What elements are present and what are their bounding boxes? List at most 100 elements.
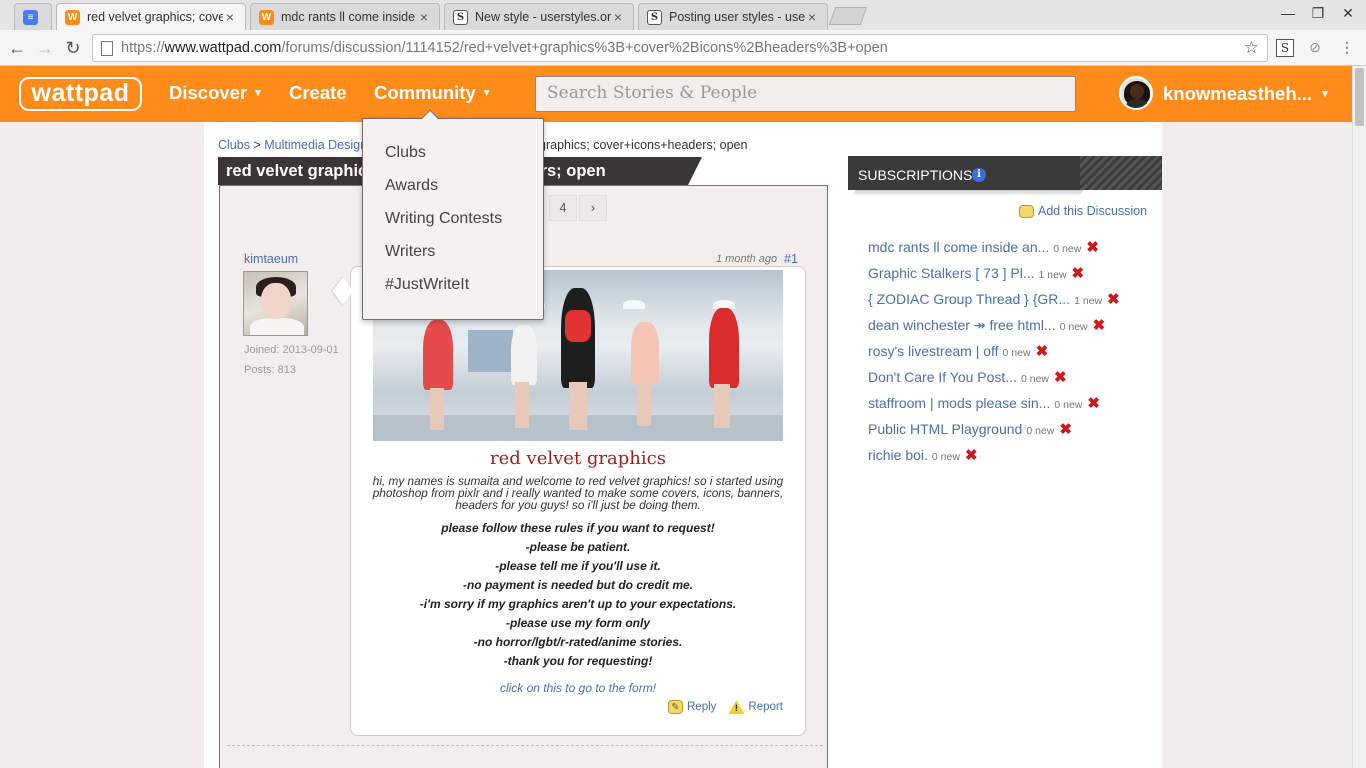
wattpad-logo[interactable]: wattpad: [19, 77, 142, 111]
user-menu[interactable]: knowmeastheh... ▼: [1163, 83, 1330, 105]
docs-icon: ≡: [23, 9, 38, 25]
rule-line: -please use my form only: [505, 616, 651, 630]
breadcrumb-clubs[interactable]: Clubs: [218, 138, 250, 152]
tab-label: red velvet graphics; cove: [87, 10, 223, 24]
info-icon[interactable]: i: [972, 168, 986, 182]
rule-line: -please tell me if you'll use it.: [495, 559, 661, 573]
close-icon[interactable]: ×: [611, 9, 625, 25]
remove-icon[interactable]: ✖: [1059, 422, 1072, 437]
remove-icon[interactable]: ✖: [1087, 396, 1100, 411]
page-icon: [101, 41, 113, 56]
form-link[interactable]: click on this to go to the form!: [350, 681, 806, 695]
scrollbar-thumb[interactable]: [1355, 68, 1364, 126]
tab-label: Posting user styles - use: [669, 10, 805, 24]
remove-icon[interactable]: ✖: [965, 448, 978, 463]
post-intro: hi, my names is sumaita and welcome to r…: [372, 474, 784, 512]
tab-red-velvet[interactable]: W red velvet graphics; cove ×: [56, 3, 246, 30]
page-4-link[interactable]: 4: [549, 195, 577, 221]
breadcrumb-multimedia-design[interactable]: Multimedia Design: [264, 138, 367, 152]
remove-icon[interactable]: ✖: [1054, 370, 1067, 385]
tab-label: New style - userstyles.or: [475, 10, 611, 24]
subscription-link[interactable]: Public HTML Playground: [868, 421, 1022, 437]
subscription-link[interactable]: Graphic Stalkers [ 73 ] Pl...: [868, 265, 1035, 281]
bookmark-star-icon[interactable]: ☆: [1244, 35, 1259, 61]
new-count: 1 new: [1038, 269, 1067, 281]
add-discussion-link[interactable]: Add this Discussion: [1019, 204, 1147, 218]
post-separator: [227, 745, 823, 746]
close-icon[interactable]: ×: [223, 9, 237, 25]
address-bar[interactable]: https://www.wattpad.com/forums/discussio…: [92, 34, 1268, 62]
subscription-item: richie boi. 0 new ✖: [868, 447, 978, 463]
close-icon[interactable]: ×: [417, 9, 431, 25]
search-input[interactable]: Search Stories & People: [535, 76, 1076, 112]
remove-icon[interactable]: ✖: [1072, 266, 1085, 281]
nav-community[interactable]: Community ▼: [374, 82, 492, 104]
post-author[interactable]: kimtaeum: [244, 252, 298, 266]
back-icon[interactable]: ←: [6, 37, 28, 59]
new-tab-button[interactable]: [828, 7, 868, 25]
tab-mdc-rants[interactable]: W mdc rants ll come inside ×: [250, 3, 440, 30]
tab-new-style[interactable]: S New style - userstyles.or ×: [444, 3, 634, 30]
browser-toolbar: ← → ↻ https://www.wattpad.com/forums/dis…: [0, 30, 1366, 66]
minimize-icon[interactable]: —: [1278, 5, 1298, 21]
thread-title-tab: [688, 157, 702, 185]
post-author-avatar[interactable]: [243, 271, 308, 336]
new-count: 0 new: [931, 451, 960, 463]
menu-icon[interactable]: ⋮: [1338, 39, 1356, 57]
page-scrollbar[interactable]: [1352, 66, 1366, 768]
rule-line: -no payment is needed but do credit me.: [462, 578, 694, 592]
new-count: 0 new: [1054, 399, 1083, 411]
restore-icon[interactable]: ❐: [1308, 5, 1328, 22]
remove-icon[interactable]: ✖: [1107, 292, 1120, 307]
menu-item-justwriteit[interactable]: #JustWriteIt: [385, 276, 469, 294]
tab-posting-styles[interactable]: S Posting user styles - use ×: [638, 3, 828, 30]
remove-icon[interactable]: ✖: [1093, 318, 1106, 333]
subscription-link[interactable]: Don't Care If You Post...: [868, 369, 1017, 385]
avatar[interactable]: [1119, 76, 1153, 110]
reload-icon[interactable]: ↻: [62, 37, 84, 59]
site-header: wattpad Discover ▼ Create Community ▼ Sear…: [0, 66, 1352, 122]
new-count: 0 new: [1059, 321, 1088, 333]
reply-link[interactable]: Reply: [687, 701, 716, 713]
next-page-link[interactable]: ›: [579, 195, 607, 221]
subscription-link[interactable]: richie boi.: [868, 447, 928, 463]
menu-item-clubs[interactable]: Clubs: [385, 144, 426, 162]
close-window-icon[interactable]: ✕: [1338, 5, 1358, 22]
block-extension-icon[interactable]: ⊘: [1306, 39, 1324, 57]
nav-create[interactable]: Create: [289, 82, 347, 104]
tab-label: mdc rants ll come inside: [281, 10, 416, 24]
post-author-posts: Posts: 813: [244, 364, 296, 376]
menu-item-writing-contests[interactable]: Writing Contests: [385, 210, 502, 228]
url-scheme: https://: [121, 40, 165, 56]
menu-item-writers[interactable]: Writers: [385, 243, 435, 261]
remove-icon[interactable]: ✖: [1036, 344, 1049, 359]
subscription-item: mdc rants ll come inside an... 0 new ✖: [868, 239, 1099, 255]
subscription-link[interactable]: dean winchester ↠ free html...: [868, 317, 1056, 334]
stylish-extension-icon[interactable]: S: [1276, 39, 1294, 57]
report-link[interactable]: Report: [748, 701, 783, 713]
tab-docs[interactable]: ≡: [14, 3, 52, 30]
breadcrumb-current: graphics; cover+icons+headers; open: [539, 138, 748, 152]
menu-item-awards[interactable]: Awards: [385, 177, 438, 195]
subscription-item: rosy's livestream | off 0 new ✖: [868, 343, 1048, 359]
forward-icon[interactable]: →: [34, 37, 56, 59]
subscription-link[interactable]: mdc rants ll come inside an...: [868, 239, 1049, 255]
nav-create-label: Create: [289, 82, 347, 103]
rule-line: -please be patient.: [525, 540, 631, 554]
caret-down-icon: ▼: [481, 88, 492, 99]
tab-strip: ≡ W red velvet graphics; cove × W mdc ra…: [0, 0, 1366, 30]
username-label: knowmeastheh...: [1163, 83, 1313, 104]
subscription-link[interactable]: rosy's livestream | off: [868, 343, 999, 359]
close-icon[interactable]: ×: [805, 9, 819, 25]
url-path: /forums/discussion/1114152/red+velvet+gr…: [281, 40, 888, 56]
post-permalink[interactable]: #1: [784, 252, 798, 266]
nav-discover[interactable]: Discover ▼: [169, 82, 263, 104]
community-dropdown: Clubs Awards Writing Contests Writers #J…: [362, 118, 544, 320]
post-actions: ✎ Reply ! Report: [668, 700, 783, 714]
subscription-link[interactable]: { ZODIAC Group Thread } {GR...: [868, 291, 1070, 307]
nav-discover-label: Discover: [169, 82, 248, 103]
rule-line: -thank you for requesting!: [503, 654, 653, 668]
subscription-link[interactable]: staffroom | mods please sin...: [868, 395, 1050, 411]
remove-icon[interactable]: ✖: [1086, 240, 1099, 255]
subscription-item: Graphic Stalkers [ 73 ] Pl... 1 new ✖: [868, 265, 1084, 281]
